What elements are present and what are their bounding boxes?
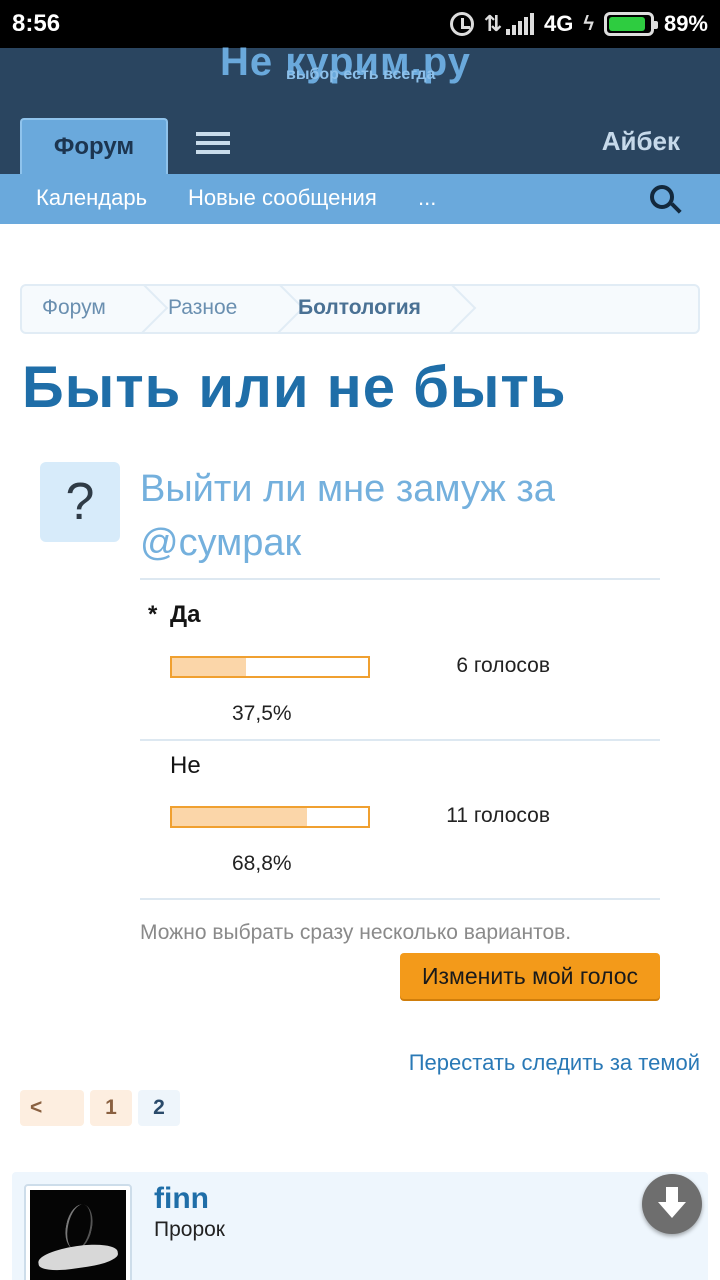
nav-new-posts[interactable]: Новые сообщения [188, 185, 377, 211]
poll-divider [140, 739, 660, 741]
alarm-icon [449, 12, 474, 36]
battery-percent: 89% [663, 11, 708, 36]
menu-icon[interactable] [196, 132, 230, 154]
poll-question: Выйти ли мне замуж за @сумрак [140, 468, 555, 564]
poll-percent: 68,8% [232, 852, 292, 875]
poll-option-label: Да [170, 601, 201, 628]
poll-divider [140, 578, 660, 580]
page-title: Быть или не быть [22, 355, 567, 420]
current-page-button[interactable]: 2 [138, 1090, 180, 1126]
poll-percent: 37,5% [232, 702, 292, 725]
voted-marker: * [148, 601, 158, 628]
breadcrumb-forum[interactable]: Форум [42, 296, 106, 320]
avatar[interactable] [24, 1184, 132, 1280]
poll-multi-note: Можно выбрать сразу несколько вариантов. [140, 921, 572, 944]
nav-more[interactable]: ... [418, 185, 436, 211]
breadcrumb-separator [258, 286, 288, 332]
breadcrumb-misc[interactable]: Разное [168, 296, 237, 320]
scroll-down-icon[interactable] [642, 1174, 702, 1234]
logo-tagline: выбор есть всегда [286, 66, 436, 83]
breadcrumb: Форум Разное Болтология [20, 284, 700, 334]
nav-calendar[interactable]: Календарь [36, 185, 147, 211]
page-button[interactable]: 1 [90, 1090, 132, 1126]
user-menu[interactable]: Айбек [602, 126, 680, 157]
poll-vote-count: 11 голосов [446, 804, 550, 827]
change-vote-button[interactable]: Изменить мой голос [400, 953, 660, 999]
poll-question-icon: ? [40, 462, 120, 542]
prev-page-button[interactable]: < [20, 1090, 84, 1126]
site-logo[interactable]: Не курим.ру выбор есть всегда [220, 40, 510, 96]
signal-icon [506, 13, 534, 35]
data-transfer-icon: ⇅ [483, 11, 503, 36]
breadcrumb-current[interactable]: Болтология [298, 296, 421, 320]
breadcrumb-separator [122, 286, 152, 332]
unfollow-thread-link[interactable]: Перестать следить за темой [409, 1050, 700, 1076]
battery-icon [603, 12, 658, 36]
network-type: 4G [544, 11, 574, 36]
poll-result-bar [170, 656, 370, 678]
poll-option-label: Не [170, 752, 201, 779]
sub-navigation: Календарь Новые сообщения ... [0, 174, 720, 224]
poll-vote-count: 6 голосов [456, 654, 550, 677]
avatar-image [30, 1190, 126, 1280]
site-header: Не курим.ру выбор есть всегда Форум Айбе… [0, 40, 720, 174]
post-username[interactable]: finn [154, 1182, 209, 1216]
poll-result-bar [170, 806, 370, 828]
tab-forum[interactable]: Форум [20, 118, 168, 174]
poll-divider [140, 898, 660, 900]
post-user-title: Пророк [154, 1218, 225, 1241]
charging-icon: ϟ [583, 12, 594, 35]
status-time: 8:56 [12, 10, 61, 37]
status-icons: ⇅ 4G ϟ 89% [449, 9, 708, 39]
search-icon[interactable] [650, 185, 674, 209]
breadcrumb-separator [430, 286, 460, 332]
